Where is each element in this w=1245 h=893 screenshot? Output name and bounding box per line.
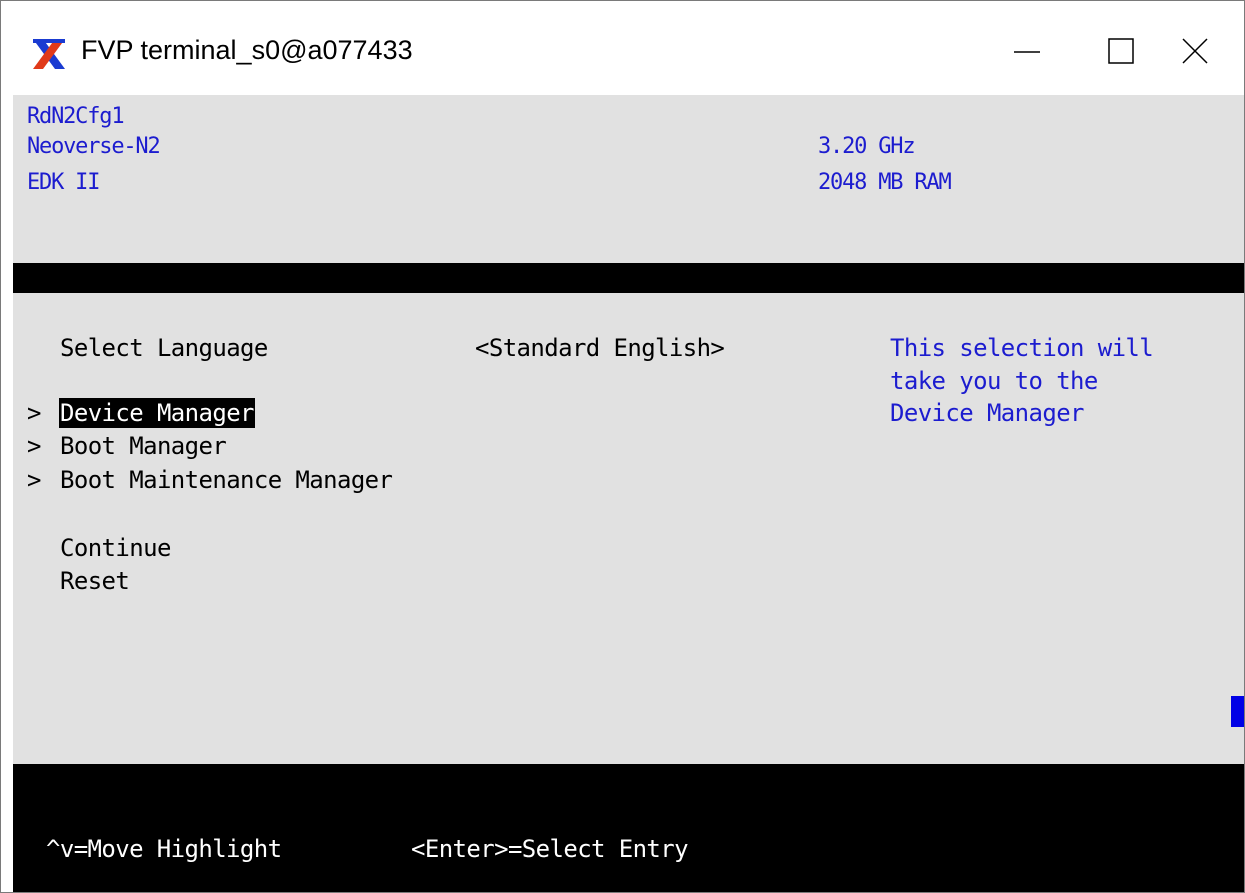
menu-item-boot-maintenance-manager[interactable]: Boot Maintenance Manager [60,465,393,495]
maximize-button[interactable] [1091,27,1151,75]
help-text-line: This selection will [890,334,1154,362]
scroll-indicator [1231,696,1244,727]
language-value[interactable]: <Standard English> [475,333,725,363]
help-text-line: Device Manager [890,399,1084,427]
minimize-icon [1014,51,1040,53]
select-entry-hint: <Enter>=Select Entry [411,835,689,863]
x-windows-icon [33,39,65,69]
memory-size: 2048 MB RAM [818,170,952,195]
submenu-arrow-icon: > [27,432,42,460]
firmware-name: EDK II [27,170,100,195]
terminal-screen[interactable]: RdN2Cfg1 Neoverse-N2 EDK II 3.20 GHz 204… [13,95,1244,892]
platform-name: RdN2Cfg1 [27,104,125,129]
window-title: FVP terminal_s0@a077433 [81,35,413,65]
title-bar[interactable]: FVP terminal_s0@a077433 [1,1,1244,95]
cpu-name: Neoverse-N2 [27,134,161,159]
close-button[interactable] [1165,27,1225,75]
move-highlight-hint: ^v=Move Highlight [46,835,282,863]
menu-item-boot-manager[interactable]: Boot Manager [60,431,227,461]
terminal-window: FVP terminal_s0@a077433 RdN2Cfg1 Neovers… [0,0,1245,893]
footer-bar: ^v=Move Highlight <Enter>=Select Entry [13,764,1244,892]
menu-item-continue[interactable]: Continue [60,533,171,563]
submenu-arrow-icon: > [27,399,42,427]
menu-item-device-manager[interactable]: Device Manager [59,398,255,428]
submenu-arrow-icon: > [27,466,42,494]
minimize-button[interactable] [997,27,1057,75]
maximize-icon [1108,38,1134,64]
close-icon [1182,38,1208,64]
cpu-frequency: 3.20 GHz [818,134,916,159]
separator-bar [13,263,1244,293]
select-language-label[interactable]: Select Language [60,333,268,363]
menu-item-reset[interactable]: Reset [60,566,130,596]
help-text-line: take you to the [890,367,1098,395]
